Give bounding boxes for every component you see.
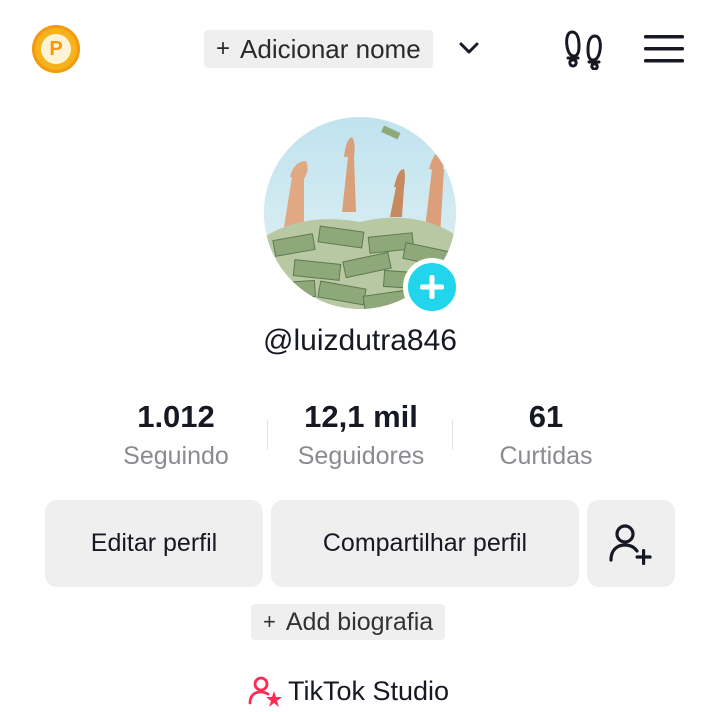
add-bio-label: Add biografia <box>285 607 434 636</box>
tiktok-studio-label: TikTok Studio <box>288 675 450 706</box>
stat-following-label: Seguindo <box>123 442 229 470</box>
footprints-icon[interactable] <box>564 28 604 70</box>
stat-likes-label: Curtidas <box>499 442 593 470</box>
stat-following-value: 1.012 <box>137 399 215 434</box>
add-bio-button[interactable]: + Add biografia <box>251 604 446 640</box>
edit-profile-button[interactable]: Editar perfil <box>45 500 263 587</box>
add-user-icon <box>609 523 652 565</box>
share-profile-label: Compartilhar perfil <box>322 529 528 557</box>
stat-following[interactable]: 1.012 Seguindo <box>86 398 266 471</box>
add-friends-button[interactable] <box>587 500 675 587</box>
menu-icon[interactable] <box>643 33 685 65</box>
stat-likes-value: 61 <box>528 399 564 434</box>
plus-icon <box>420 275 444 299</box>
tiktok-studio-link[interactable]: TikTok Studio <box>248 672 449 710</box>
chevron-down-icon[interactable] <box>458 38 480 58</box>
studio-icon <box>248 676 282 707</box>
stat-followers-value: 12,1 mil <box>304 399 418 434</box>
username[interactable]: @luizdutra846 <box>0 324 720 358</box>
stat-likes[interactable]: 61 Curtidas <box>456 398 636 471</box>
plus-icon: + <box>216 35 231 62</box>
stat-divider <box>452 420 453 450</box>
share-profile-button[interactable]: Compartilhar perfil <box>271 500 579 587</box>
stat-followers[interactable]: 12,1 mil Seguidores <box>271 398 451 471</box>
coins-icon[interactable]: P <box>32 25 80 73</box>
plus-icon: + <box>263 609 276 634</box>
add-name-label: Adicionar nome <box>240 33 421 64</box>
stat-followers-label: Seguidores <box>297 442 425 470</box>
stat-divider <box>267 420 268 450</box>
edit-profile-label: Editar perfil <box>90 529 218 557</box>
coin-letter: P <box>41 34 71 64</box>
add-name-button[interactable]: + Adicionar nome <box>204 30 433 68</box>
add-photo-button[interactable] <box>403 258 461 316</box>
